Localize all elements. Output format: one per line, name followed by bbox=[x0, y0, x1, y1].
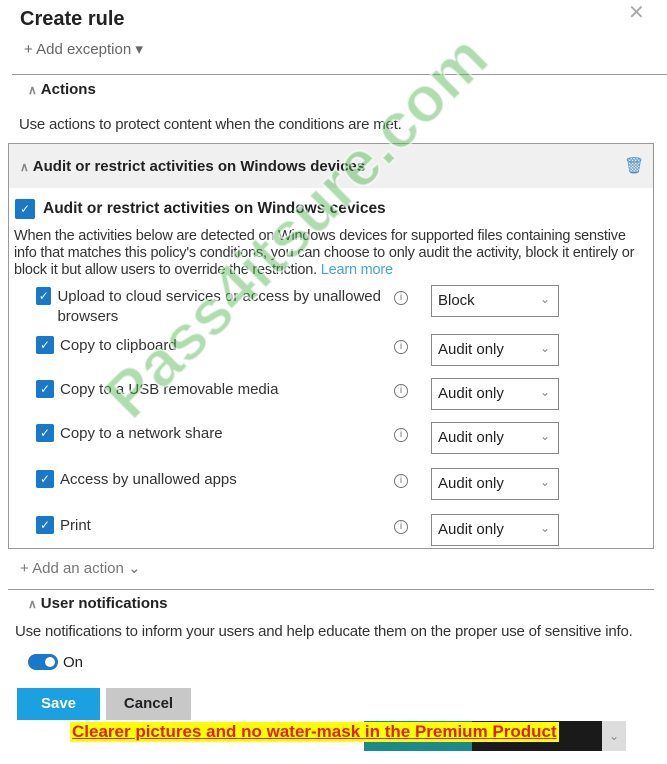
checkbox-checked-icon[interactable]: ✓ bbox=[36, 336, 54, 354]
info-icon[interactable]: i bbox=[394, 474, 408, 488]
save-button[interactable]: Save bbox=[17, 688, 100, 720]
promo-banner: Clearer pictures and no water-mask in th… bbox=[70, 722, 559, 742]
activity-action-dropdown[interactable]: Audit only ⌄ bbox=[431, 468, 559, 500]
page-title: Create rule bbox=[20, 8, 125, 30]
dropdown-value: Audit only bbox=[438, 475, 504, 492]
activity-action-dropdown[interactable]: Audit only ⌄ bbox=[431, 378, 559, 410]
activity-row[interactable]: ✓ Copy to clipboard bbox=[36, 336, 391, 356]
toggle-label: On bbox=[63, 654, 84, 671]
chevron-up-icon: ∧ bbox=[28, 597, 37, 611]
info-icon[interactable]: i bbox=[394, 520, 408, 534]
checkbox-checked-icon[interactable]: ✓ bbox=[36, 287, 52, 305]
divider bbox=[12, 74, 667, 75]
user-notifications-header[interactable]: ∧ User notifications bbox=[28, 595, 167, 612]
actions-title: Actions bbox=[40, 81, 96, 98]
notifications-toggle[interactable] bbox=[28, 654, 58, 670]
chevron-down-icon: ⌄ bbox=[539, 292, 550, 306]
activity-label: Copy to a network share bbox=[60, 425, 223, 442]
add-exception-button[interactable]: + Add exception ▾ bbox=[24, 40, 143, 58]
cancel-button[interactable]: Cancel bbox=[106, 688, 191, 720]
checkbox-checked-icon[interactable]: ✓ bbox=[36, 516, 54, 534]
chevron-down-icon[interactable]: ⌄ bbox=[602, 721, 626, 751]
checkbox-checked-icon[interactable]: ✓ bbox=[36, 380, 54, 398]
dropdown-value: Audit only bbox=[438, 341, 504, 358]
info-icon[interactable]: i bbox=[394, 428, 408, 442]
notifications-title: User notifications bbox=[40, 595, 168, 612]
close-icon[interactable]: ✕ bbox=[628, 0, 645, 25]
actions-description: Use actions to protect content when the … bbox=[19, 116, 402, 133]
activity-row[interactable]: ✓ Access by unallowed apps bbox=[36, 470, 391, 490]
card-title: Audit or restrict activities on Windows … bbox=[32, 158, 366, 175]
actions-section-header[interactable]: ∧ Actions bbox=[28, 81, 96, 98]
dropdown-value: Audit only bbox=[438, 429, 504, 446]
activity-row[interactable]: ✓ Upload to cloud services or access by … bbox=[36, 287, 391, 327]
dropdown-value: Block bbox=[438, 292, 475, 309]
activity-label: Print bbox=[60, 517, 91, 534]
activity-label: Upload to cloud services or access by un… bbox=[57, 288, 381, 325]
checkbox-checked-icon[interactable]: ✓ bbox=[36, 424, 54, 442]
notifications-description: Use notifications to inform your users a… bbox=[15, 623, 633, 640]
info-icon[interactable]: i bbox=[394, 340, 408, 354]
activity-action-dropdown[interactable]: Audit only ⌄ bbox=[431, 514, 559, 546]
activity-label: Copy to clipboard bbox=[60, 337, 177, 354]
chevron-up-icon: ∧ bbox=[28, 83, 37, 97]
info-icon[interactable]: i bbox=[394, 384, 408, 398]
learn-more-link[interactable]: Learn more bbox=[321, 262, 393, 278]
trash-icon[interactable]: 🗑︎ bbox=[624, 156, 644, 176]
activity-action-dropdown[interactable]: Audit only ⌄ bbox=[431, 422, 559, 454]
activity-action-dropdown[interactable]: Block ⌄ bbox=[431, 285, 559, 317]
activity-row[interactable]: ✓ Copy to a network share bbox=[36, 424, 391, 444]
checkbox-checked-icon[interactable]: ✓ bbox=[15, 199, 35, 219]
chevron-up-icon: ∧ bbox=[20, 160, 29, 174]
chevron-down-icon: ⌄ bbox=[539, 385, 550, 399]
card-header-toggle[interactable]: ∧ Audit or restrict activities on Windows… bbox=[20, 158, 365, 175]
checkbox-checked-icon[interactable]: ✓ bbox=[36, 470, 54, 488]
add-action-button[interactable]: + Add an action ⌄ bbox=[20, 559, 141, 577]
activity-row[interactable]: ✓ Copy to a USB removable media bbox=[36, 380, 391, 400]
chevron-down-icon: ⌄ bbox=[539, 429, 550, 443]
chevron-down-icon: ⌄ bbox=[539, 341, 550, 355]
card-description: When the activities below are detected o… bbox=[14, 228, 644, 279]
activity-row[interactable]: ✓ Print bbox=[36, 516, 391, 536]
activity-label: Copy to a USB removable media bbox=[60, 381, 279, 398]
dropdown-value: Audit only bbox=[438, 385, 504, 402]
activity-label: Access by unallowed apps bbox=[60, 471, 237, 488]
windows-activities-checkbox[interactable]: ✓ Audit or restrict activities on Window… bbox=[15, 199, 386, 219]
checkbox-label: Audit or restrict activities on Windows … bbox=[43, 200, 386, 217]
chevron-down-icon: ⌄ bbox=[539, 475, 550, 489]
activity-action-dropdown[interactable]: Audit only ⌄ bbox=[431, 334, 559, 366]
chevron-down-icon: ⌄ bbox=[539, 521, 550, 535]
divider bbox=[8, 589, 654, 590]
info-icon[interactable]: i bbox=[394, 291, 408, 305]
dropdown-value: Audit only bbox=[438, 521, 504, 538]
